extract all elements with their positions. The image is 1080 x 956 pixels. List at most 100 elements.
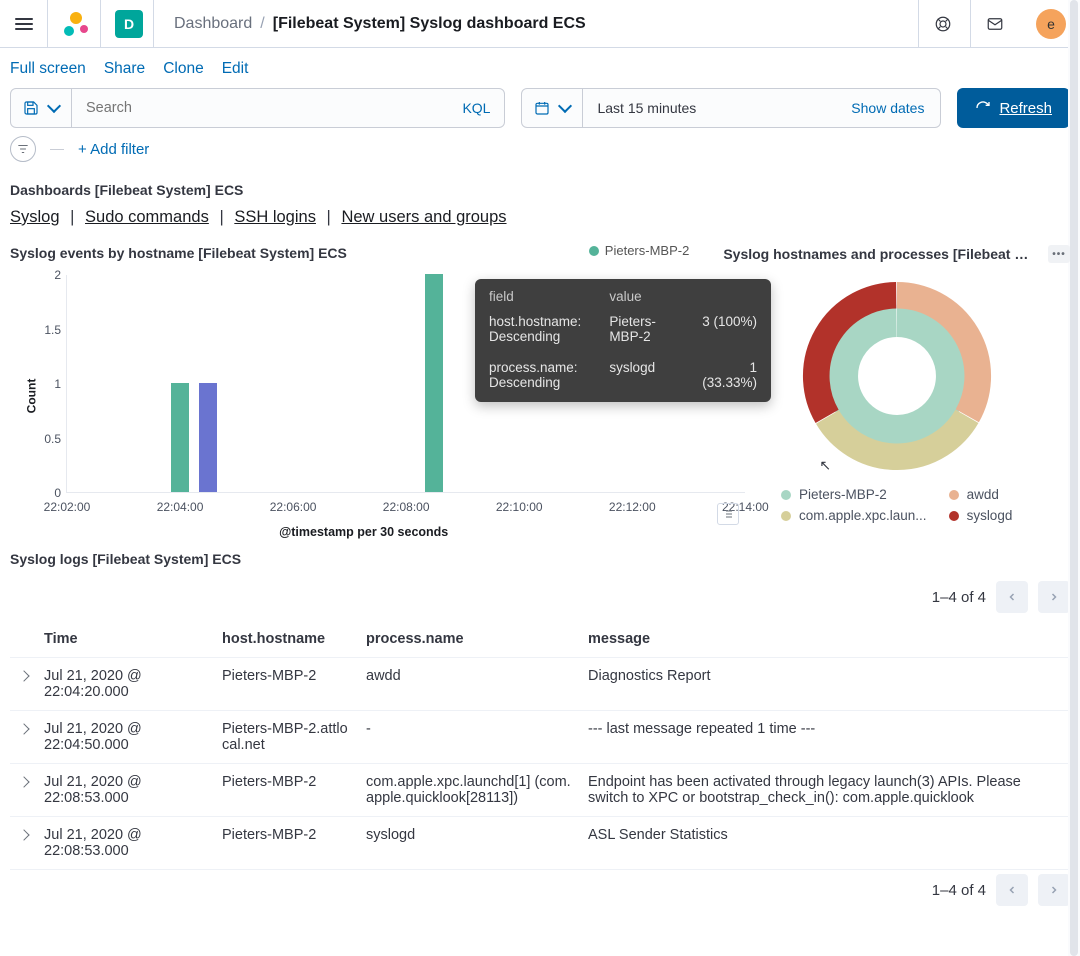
next-page-button[interactable] (1038, 874, 1070, 906)
nav-sudo[interactable]: Sudo commands (85, 208, 209, 226)
edit-link[interactable]: Edit (222, 60, 249, 78)
save-icon (23, 100, 39, 116)
legend-label: syslogd (967, 508, 1013, 523)
refresh-button[interactable]: Refresh (957, 88, 1070, 128)
date-quick-select[interactable] (522, 89, 583, 127)
chevron-left-icon (1006, 884, 1018, 896)
x-tick: 22:10:00 (496, 500, 543, 514)
filter-bar: + Add filter (0, 136, 1080, 174)
chevron-down-icon (558, 99, 572, 113)
pager-bottom: 1–4 of 4 (10, 870, 1070, 914)
col-host[interactable]: host.hostname (214, 621, 358, 658)
x-tick: 22:06:00 (270, 500, 317, 514)
pager-top: 1–4 of 4 (10, 577, 1070, 621)
bar-legend[interactable]: Pieters-MBP-2 (589, 243, 690, 258)
col-proc[interactable]: process.name (358, 621, 580, 658)
breadcrumb-app[interactable]: Dashboard (174, 15, 252, 33)
page-count-text: 1–4 of 4 (932, 589, 986, 606)
mail-button[interactable] (970, 0, 1018, 48)
clone-link[interactable]: Clone (163, 60, 204, 78)
cell-proc: - (358, 711, 580, 764)
cell-proc: awdd (358, 658, 580, 711)
kql-toggle[interactable]: KQL (448, 89, 504, 127)
expand-row-button[interactable] (10, 658, 36, 711)
bar[interactable] (425, 274, 443, 492)
date-range-text[interactable]: Last 15 minutes (583, 89, 835, 127)
panel-options-button[interactable]: ••• (1048, 245, 1070, 263)
legend-item[interactable]: Pieters-MBP-2 (781, 487, 927, 502)
tooltip-row: host.hostname:Descending Pieters-MBP-2 3… (475, 310, 771, 356)
hamburger-icon (15, 15, 33, 33)
home-logo-area[interactable] (52, 0, 101, 48)
calendar-icon (534, 100, 550, 116)
col-message[interactable]: message (580, 621, 1070, 658)
breadcrumb-separator: / (260, 15, 264, 33)
panel-syslog-logs: Syslog logs [Filebeat System] ECS 1–4 of… (10, 551, 1070, 914)
breadcrumb: Dashboard / [Filebeat System] Syslog das… (158, 15, 586, 33)
tooltip-field-header: field (475, 279, 595, 310)
cell-time: Jul 21, 2020 @ 22:08:53.000 (36, 817, 214, 870)
legend-label: awdd (967, 487, 999, 502)
legend-swatch-icon (781, 490, 791, 500)
donut-chart[interactable] (802, 281, 992, 471)
nav-toggle-button[interactable] (0, 0, 48, 48)
table-row: Jul 21, 2020 @ 22:04:20.000Pieters-MBP-2… (10, 658, 1070, 711)
legend-swatch-icon (589, 246, 599, 256)
chevron-right-icon (18, 829, 29, 840)
prev-page-button[interactable] (996, 581, 1028, 613)
legend-label: com.apple.xpc.laun... (799, 508, 927, 523)
nav-syslog[interactable]: Syslog (10, 208, 60, 226)
elastic-logo-icon (64, 12, 88, 36)
cell-message: Diagnostics Report (580, 658, 1070, 711)
share-link[interactable]: Share (104, 60, 145, 78)
table-row: Jul 21, 2020 @ 22:08:53.000Pieters-MBP-2… (10, 764, 1070, 817)
x-tick: 22:08:00 (383, 500, 430, 514)
saved-query-button[interactable] (11, 89, 72, 127)
avatar[interactable]: e (1036, 9, 1066, 39)
col-time[interactable]: Time (36, 621, 214, 658)
app-chip[interactable]: D (105, 0, 154, 48)
cell-time: Jul 21, 2020 @ 22:04:50.000 (36, 711, 214, 764)
expand-row-button[interactable] (10, 764, 36, 817)
prev-page-button[interactable] (996, 874, 1028, 906)
y-tick: 1.5 (37, 323, 61, 337)
chevron-down-icon (47, 99, 61, 113)
legend-toggle-button[interactable] (717, 503, 739, 525)
bar[interactable] (171, 383, 189, 492)
y-tick: 2 (37, 268, 61, 282)
refresh-icon (975, 100, 991, 116)
expand-row-button[interactable] (10, 817, 36, 870)
panel-syslog-events-bar: Syslog events by hostname [Filebeat Syst… (10, 245, 703, 529)
legend-label: Pieters-MBP-2 (799, 487, 887, 502)
show-dates-link[interactable]: Show dates (835, 89, 940, 127)
nav-users[interactable]: New users and groups (341, 208, 506, 226)
scrollbar-thumb[interactable] (1070, 0, 1078, 956)
chevron-right-icon (18, 670, 29, 681)
filter-icon (16, 142, 30, 156)
legend-item[interactable]: com.apple.xpc.laun... (781, 508, 927, 523)
filter-divider (50, 149, 64, 150)
chevron-right-icon (18, 723, 29, 734)
cell-message: --- last message repeated 1 time --- (580, 711, 1070, 764)
legend-item[interactable]: syslogd (949, 508, 1013, 523)
bar[interactable] (199, 383, 217, 492)
cell-time: Jul 21, 2020 @ 22:04:20.000 (36, 658, 214, 711)
newsfeed-button[interactable] (918, 0, 966, 48)
expand-row-button[interactable] (10, 711, 36, 764)
add-filter-button[interactable]: + Add filter (78, 141, 149, 158)
legend-item[interactable]: awdd (949, 487, 1013, 502)
nav-ssh[interactable]: SSH logins (234, 208, 316, 226)
next-page-button[interactable] (1038, 581, 1070, 613)
fullscreen-link[interactable]: Full screen (10, 60, 86, 78)
filter-options-button[interactable] (10, 136, 36, 162)
breadcrumb-title: [Filebeat System] Syslog dashboard ECS (273, 15, 586, 33)
global-header: D Dashboard / [Filebeat System] Syslog d… (0, 0, 1080, 48)
panel-syslog-donut: Syslog hostnames and processes [Filebeat… (723, 245, 1070, 529)
mail-icon (986, 15, 1004, 33)
donut-slice[interactable] (842, 321, 952, 431)
search-input[interactable] (72, 89, 448, 127)
y-tick: 1 (37, 377, 61, 391)
donut-legend: Pieters-MBP-2 awdd com.apple.xpc.laun... sy… (781, 487, 1012, 523)
cell-proc: com.apple.xpc.launchd[1] (com.apple.quic… (358, 764, 580, 817)
chevron-right-icon (18, 776, 29, 787)
